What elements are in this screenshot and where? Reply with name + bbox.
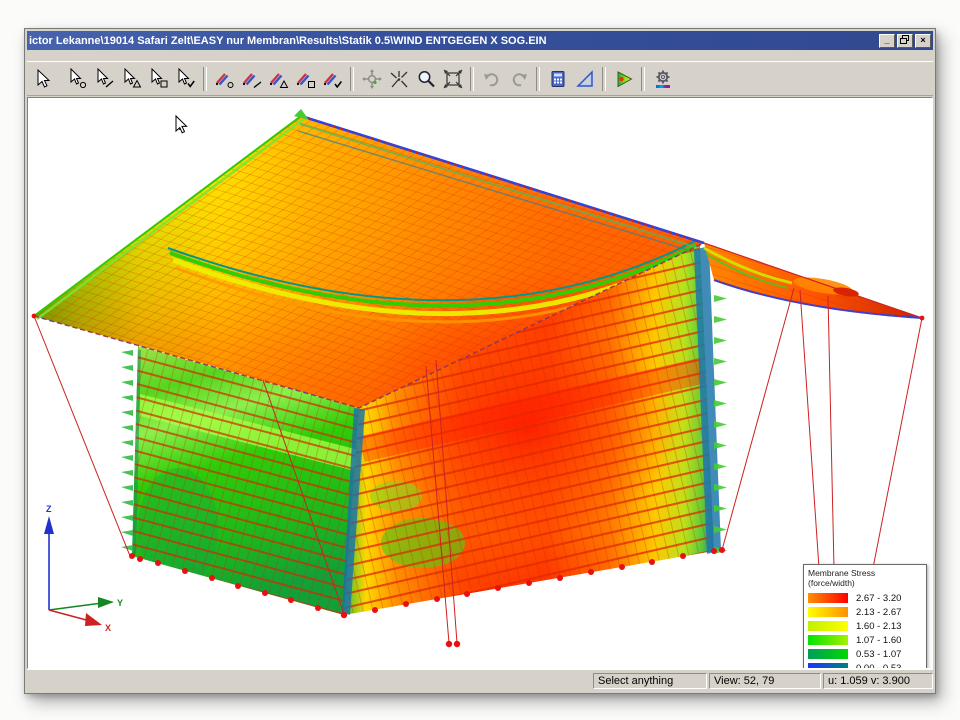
axis-triad: Z Y X	[44, 504, 123, 633]
legend-swatch	[808, 607, 848, 617]
window-title: ictor Lekanne\19014 Safari Zelt\EASY nur…	[29, 35, 875, 47]
desktop: ictor Lekanne\19014 Safari Zelt\EASY nur…	[0, 0, 960, 720]
fit-view-button[interactable]	[439, 65, 466, 93]
draw-line-icon	[241, 68, 263, 90]
display-settings-button[interactable]	[649, 65, 676, 93]
draw-triangle-button[interactable]	[265, 65, 292, 93]
select-triangle-button[interactable]	[118, 65, 145, 93]
render-button[interactable]	[610, 65, 637, 93]
status-view: View: 52, 79	[709, 673, 821, 689]
orbit-icon	[361, 68, 383, 90]
axis-z-label: Z	[46, 504, 52, 514]
legend-row: 2.67 - 3.20	[808, 591, 922, 605]
minimize-button[interactable]: _	[879, 34, 895, 48]
cursor-arrow	[176, 116, 187, 133]
select-arrow-button[interactable]	[29, 65, 56, 93]
redo-icon	[508, 68, 530, 90]
legend-membrane-stress: Membrane Stress (force/width) 2.67 - 3.2…	[803, 564, 927, 669]
zoom-target-icon	[388, 68, 410, 90]
fit-view-icon	[442, 68, 464, 90]
draw-point-icon	[214, 68, 236, 90]
draw-square-icon	[295, 68, 317, 90]
restore-icon	[900, 35, 910, 44]
orbit-button[interactable]	[358, 65, 385, 93]
legend-row: 2.13 - 2.67	[808, 605, 922, 619]
axis-y-label: Y	[117, 598, 123, 608]
status-bar: Select anything View: 52, 79 u: 1.059 v:…	[27, 669, 933, 695]
zoom-icon	[415, 68, 437, 90]
app-window: ictor Lekanne\19014 Safari Zelt\EASY nur…	[24, 28, 936, 694]
render-icon	[613, 68, 635, 90]
axis-x-label: X	[105, 623, 111, 633]
calculator-button[interactable]	[544, 65, 571, 93]
zoom-target-button[interactable]	[385, 65, 412, 93]
select-check-icon	[175, 68, 197, 90]
viewport-3d[interactable]: Z Y X Membrane Stress (force/width) 2.67…	[27, 97, 933, 669]
legend-row: 1.60 - 2.13	[808, 619, 922, 633]
draw-point-button[interactable]	[211, 65, 238, 93]
select-triangle-icon	[121, 68, 143, 90]
draw-check-button[interactable]	[319, 65, 346, 93]
undo-icon	[481, 68, 503, 90]
title-bar[interactable]: ictor Lekanne\19014 Safari Zelt\EASY nur…	[27, 31, 933, 50]
legend-row: 0.00 - 0.53	[808, 661, 922, 669]
zoom-button[interactable]	[412, 65, 439, 93]
legend-row: 0.53 - 1.07	[808, 647, 922, 661]
scene-3d: Z Y X	[28, 98, 932, 664]
restore-button[interactable]	[897, 34, 913, 48]
undo-button[interactable]	[478, 65, 505, 93]
status-uv: u: 1.059 v: 3.900	[823, 673, 933, 689]
select-point-button[interactable]	[64, 65, 91, 93]
select-square-icon	[148, 68, 170, 90]
legend-swatch	[808, 663, 848, 669]
select-square-button[interactable]	[145, 65, 172, 93]
menu-strip	[27, 50, 933, 61]
status-message: Select anything	[593, 673, 707, 689]
legend-title: Membrane Stress (force/width)	[808, 568, 922, 588]
measure-icon	[574, 68, 596, 90]
toolbar	[27, 61, 933, 96]
window-controls: _ ×	[879, 34, 931, 48]
draw-square-button[interactable]	[292, 65, 319, 93]
legend-swatch	[808, 593, 848, 603]
calculator-icon	[547, 68, 569, 90]
legend-swatch	[808, 635, 848, 645]
select-check-button[interactable]	[172, 65, 199, 93]
legend-row: 1.07 - 1.60	[808, 633, 922, 647]
draw-check-icon	[322, 68, 344, 90]
measure-button[interactable]	[571, 65, 598, 93]
status-spacer	[27, 673, 591, 689]
select-line-button[interactable]	[91, 65, 118, 93]
select-arrow-icon	[32, 68, 54, 90]
close-button[interactable]: ×	[915, 34, 931, 48]
legend-swatch	[808, 649, 848, 659]
draw-triangle-icon	[268, 68, 290, 90]
display-settings-icon	[652, 68, 674, 90]
draw-line-button[interactable]	[238, 65, 265, 93]
roof-wing	[704, 243, 922, 318]
select-line-icon	[94, 68, 116, 90]
redo-button[interactable]	[505, 65, 532, 93]
legend-swatch	[808, 621, 848, 631]
select-point-icon	[67, 68, 89, 90]
